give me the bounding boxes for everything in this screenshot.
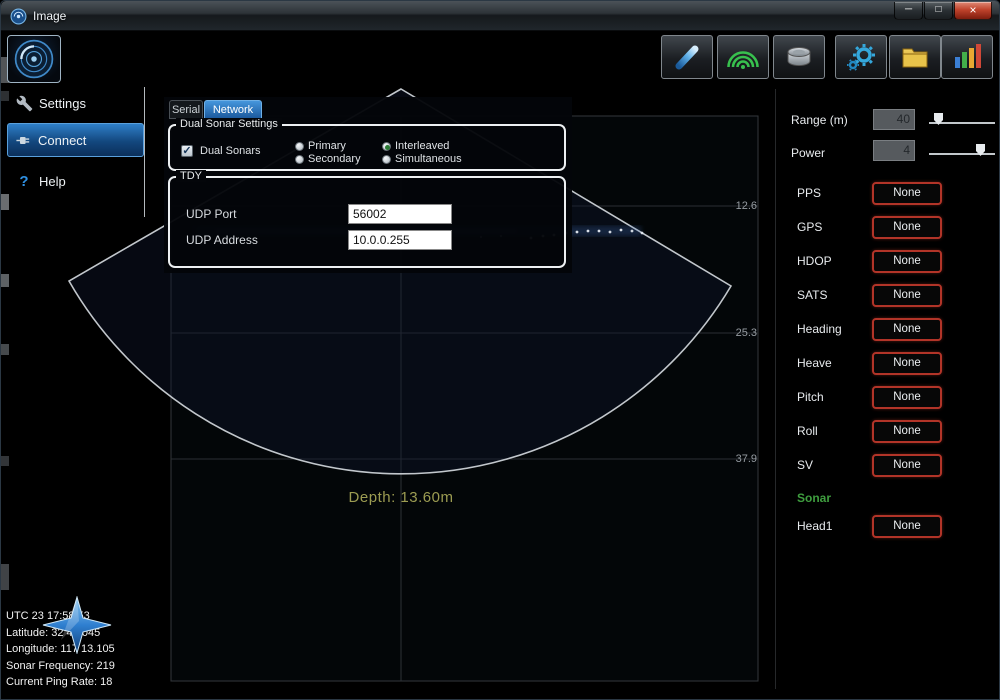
head1-label: Head1 (797, 519, 832, 533)
heave-status-button[interactable]: None (872, 352, 942, 375)
radio-interleaved[interactable] (382, 142, 391, 151)
checkbox-label: Dual Sonars (200, 145, 261, 157)
hdop-status-button[interactable]: None (872, 250, 942, 273)
udp-port-input[interactable] (348, 204, 452, 224)
plug-icon (8, 132, 38, 149)
pitch-status-button[interactable]: None (872, 386, 942, 409)
radio-label: Primary (308, 140, 346, 152)
radio-simultaneous[interactable] (382, 155, 391, 164)
toolbar-files-button[interactable] (889, 35, 941, 79)
sensor-label-sats: SATS (797, 288, 827, 302)
application-window: Image ─ □ × (0, 0, 1000, 700)
sidebar-item-label: Settings (39, 96, 86, 111)
sonar-logo-icon (8, 36, 60, 82)
storage-icon (782, 40, 816, 74)
head1-status-button[interactable]: None (872, 515, 942, 538)
radio-label: Secondary (308, 153, 361, 165)
range-value-box[interactable]: 40 (873, 109, 915, 130)
range-tick: 37.9 (729, 453, 757, 465)
radio-label: Simultaneous (395, 153, 462, 165)
radio-label: Interleaved (395, 140, 449, 152)
folder-icon (898, 40, 932, 74)
sonar-waves-icon (726, 40, 760, 74)
panel-separator (775, 89, 776, 689)
range-tick: 12.6 (729, 200, 757, 212)
group-legend: Dual Sonar Settings (176, 118, 282, 130)
pps-status-button[interactable]: None (872, 182, 942, 205)
connection-settings-panel: Serial Network Dual Sonar Settings ✓ Dua… (164, 97, 572, 273)
power-value-box[interactable]: 4 (873, 140, 915, 161)
wrench-icon (9, 95, 39, 112)
maximize-button[interactable]: □ (924, 2, 953, 20)
bar-chart-icon (950, 40, 984, 74)
power-label: Power (791, 146, 825, 160)
heading-status-button[interactable]: None (872, 318, 942, 341)
sidebar-item-connect[interactable]: Connect (7, 123, 144, 157)
udp-address-input[interactable] (348, 230, 452, 250)
sidebar-separator (144, 87, 145, 217)
udp-address-label: UDP Address (186, 233, 258, 247)
status-sonar-frequency: Sonar Frequency: 219 (6, 660, 115, 672)
toolbar-transducer-button[interactable] (661, 35, 713, 79)
toolbar-sonar-button[interactable] (717, 35, 769, 79)
udp-port-label: UDP Port (186, 207, 236, 221)
toolbar-settings-button[interactable] (835, 35, 887, 79)
sensor-label-roll: Roll (797, 424, 818, 438)
group-legend: TDY (176, 170, 206, 182)
range-tick: 25.3 (729, 327, 757, 339)
sidebar-item-settings[interactable]: Settings (9, 89, 143, 117)
sensor-label-sv: SV (797, 458, 813, 472)
roll-status-button[interactable]: None (872, 420, 942, 443)
sensor-label-hdop: HDOP (797, 254, 832, 268)
radio-secondary[interactable] (295, 155, 304, 164)
status-ping-rate: Current Ping Rate: 18 (6, 676, 112, 688)
toolbar-statistics-button[interactable] (941, 35, 993, 79)
compass-logo-icon (41, 596, 113, 654)
toolbar-storage-button[interactable] (773, 35, 825, 79)
sidebar-item-label: Connect (38, 133, 86, 148)
gear-icon (844, 40, 878, 74)
minimize-button[interactable]: ─ (894, 2, 923, 20)
question-icon: ? (9, 173, 39, 190)
sv-status-button[interactable]: None (872, 454, 942, 477)
sensor-label-heave: Heave (797, 356, 832, 370)
transducer-icon (670, 40, 704, 74)
tab-network[interactable]: Network (204, 100, 262, 119)
gps-status-button[interactable]: None (872, 216, 942, 239)
sonar-section-label: Sonar (797, 491, 831, 505)
sidebar-item-label: Help (39, 174, 66, 189)
sats-status-button[interactable]: None (872, 284, 942, 307)
app-icon (10, 8, 27, 25)
tab-serial[interactable]: Serial (169, 100, 203, 119)
sensor-label-pitch: Pitch (797, 390, 824, 404)
sensor-label-heading: Heading (797, 322, 842, 336)
sensor-label-gps: GPS (797, 220, 822, 234)
power-slider[interactable] (929, 153, 995, 155)
dual-sonars-checkbox[interactable]: ✓ (181, 145, 193, 157)
sensor-label-pps: PPS (797, 186, 821, 200)
radio-primary[interactable] (295, 142, 304, 151)
range-label: Range (m) (791, 113, 848, 127)
depth-readout: Depth: 13.60m (301, 489, 501, 506)
window-title: Image (33, 9, 66, 23)
title-bar: Image ─ □ × (1, 1, 1000, 31)
close-button[interactable]: × (954, 2, 992, 20)
sonar-logo-button[interactable] (7, 35, 61, 83)
sidebar-item-help[interactable]: ? Help (9, 167, 143, 195)
